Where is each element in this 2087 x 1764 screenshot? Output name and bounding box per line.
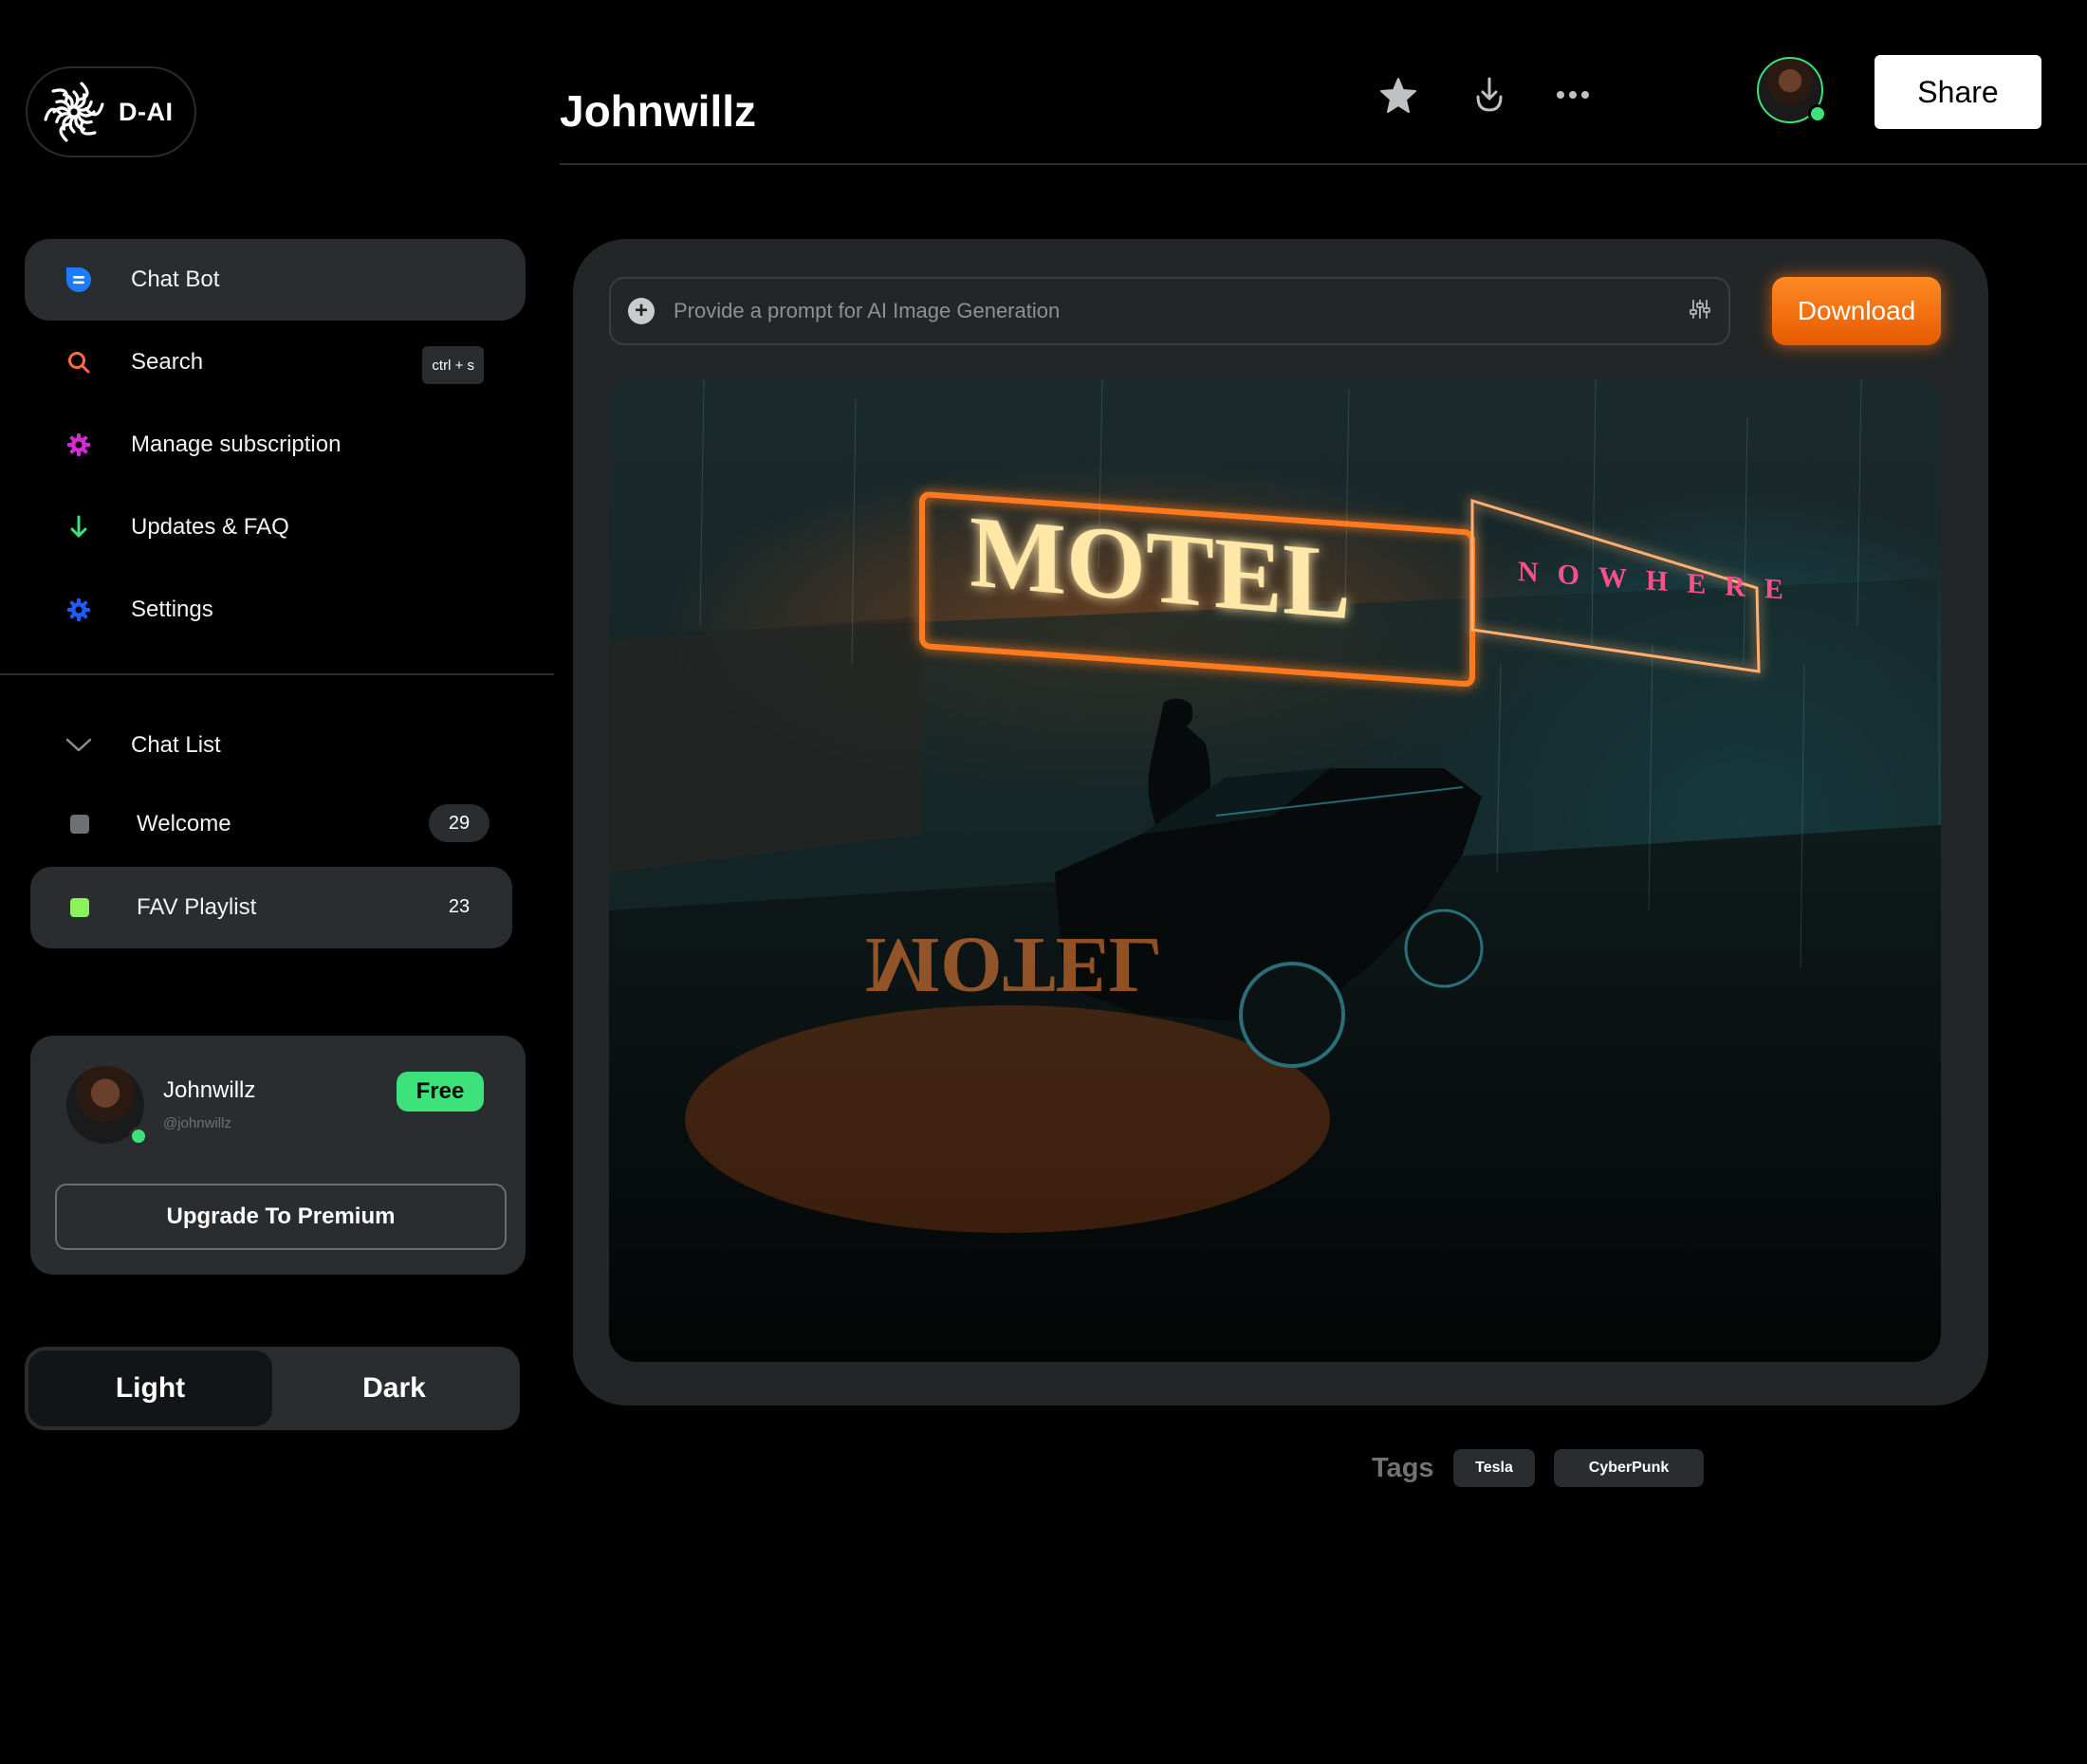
- chat-list-toggle[interactable]: Chat List: [30, 707, 512, 783]
- sidebar-item-settings[interactable]: Settings: [25, 569, 526, 651]
- sidebar-item-chat-bot[interactable]: Chat Bot: [25, 239, 526, 321]
- sidebar-item-label: Chat Bot: [131, 266, 220, 292]
- tag-chip[interactable]: Tesla: [1453, 1449, 1535, 1487]
- chat-item-label: Welcome: [137, 811, 231, 836]
- gear-icon: [65, 431, 93, 459]
- theme-dark-option[interactable]: Dark: [272, 1351, 516, 1426]
- sidebar-divider: [0, 673, 554, 675]
- prompt-bar: +: [609, 277, 1730, 345]
- avatar[interactable]: [66, 1066, 148, 1146]
- profile-handle: @johnwillz: [163, 1115, 231, 1131]
- search-icon: [65, 348, 93, 377]
- chat-count-badge: 29: [429, 804, 489, 842]
- motel-scene-illustration: MOTEL NOWHERE MOTEL: [609, 379, 1941, 1362]
- star-icon[interactable]: [1376, 72, 1421, 118]
- app-name: D-AI: [119, 97, 174, 126]
- plan-badge: Free: [397, 1072, 484, 1112]
- chat-list-header: Chat List: [131, 732, 221, 758]
- chat-color-dot: [70, 898, 89, 917]
- chevron-down-icon: [65, 731, 93, 760]
- shortcut-badge: ctrl + s: [422, 346, 484, 384]
- sidebar-item-label: Manage subscription: [131, 432, 342, 457]
- logo-icon: [44, 82, 104, 142]
- online-status-dot: [129, 1127, 148, 1146]
- image-generator-panel: + Download: [573, 239, 1988, 1406]
- filter-sliders-icon[interactable]: [1689, 298, 1711, 325]
- chat-list: Chat List Welcome 29 FAV Playlist 23: [30, 707, 512, 950]
- sidebar-item-label: Settings: [131, 597, 213, 622]
- gear-icon: [65, 596, 93, 624]
- theme-toggle: Light Dark: [25, 1347, 520, 1430]
- download-button[interactable]: Download: [1772, 277, 1941, 345]
- tags-label: Tags: [1372, 1453, 1434, 1483]
- generated-image: MOTEL NOWHERE MOTEL: [609, 379, 1941, 1362]
- sidebar-item-search[interactable]: Search ctrl + s: [25, 322, 526, 403]
- sidebar-item-label: Updates & FAQ: [131, 514, 289, 540]
- svg-text:MOTEL: MOTEL: [865, 921, 1162, 1009]
- sidebar-item-updates-faq[interactable]: Updates & FAQ: [25, 487, 526, 568]
- chat-list-item-welcome[interactable]: Welcome 29: [30, 783, 512, 865]
- app-logo[interactable]: D-AI: [26, 66, 196, 157]
- chat-color-dot: [70, 815, 89, 834]
- upgrade-button[interactable]: Upgrade To Premium: [55, 1184, 507, 1250]
- more-icon[interactable]: [1550, 72, 1596, 118]
- share-button[interactable]: Share: [1875, 55, 2041, 129]
- chat-icon: [65, 266, 93, 294]
- header-avatar[interactable]: [1757, 57, 1827, 123]
- tag-chip[interactable]: CyberPunk: [1554, 1449, 1704, 1487]
- chat-count-badge: 23: [448, 895, 471, 917]
- header-divider: [560, 163, 2087, 165]
- page-title: Johnwillz: [560, 86, 756, 136]
- theme-light-option[interactable]: Light: [28, 1351, 272, 1426]
- sidebar-item-manage-subscription[interactable]: Manage subscription: [25, 404, 526, 486]
- sidebar-nav: Chat Bot Search ctrl + s Manage subscrip…: [25, 239, 526, 652]
- sidebar-item-label: Search: [131, 349, 204, 375]
- add-icon[interactable]: +: [628, 298, 655, 324]
- download-icon[interactable]: [1467, 72, 1512, 118]
- chat-list-item-fav-playlist[interactable]: FAV Playlist 23: [30, 867, 512, 948]
- chat-item-label: FAV Playlist: [137, 894, 257, 920]
- online-status-dot: [1808, 104, 1827, 123]
- arrow-down-icon: [65, 513, 93, 542]
- profile-card: Johnwillz @johnwillz Free Upgrade To Pre…: [30, 1036, 526, 1275]
- profile-name: Johnwillz: [163, 1077, 256, 1103]
- prompt-input[interactable]: [674, 299, 1689, 323]
